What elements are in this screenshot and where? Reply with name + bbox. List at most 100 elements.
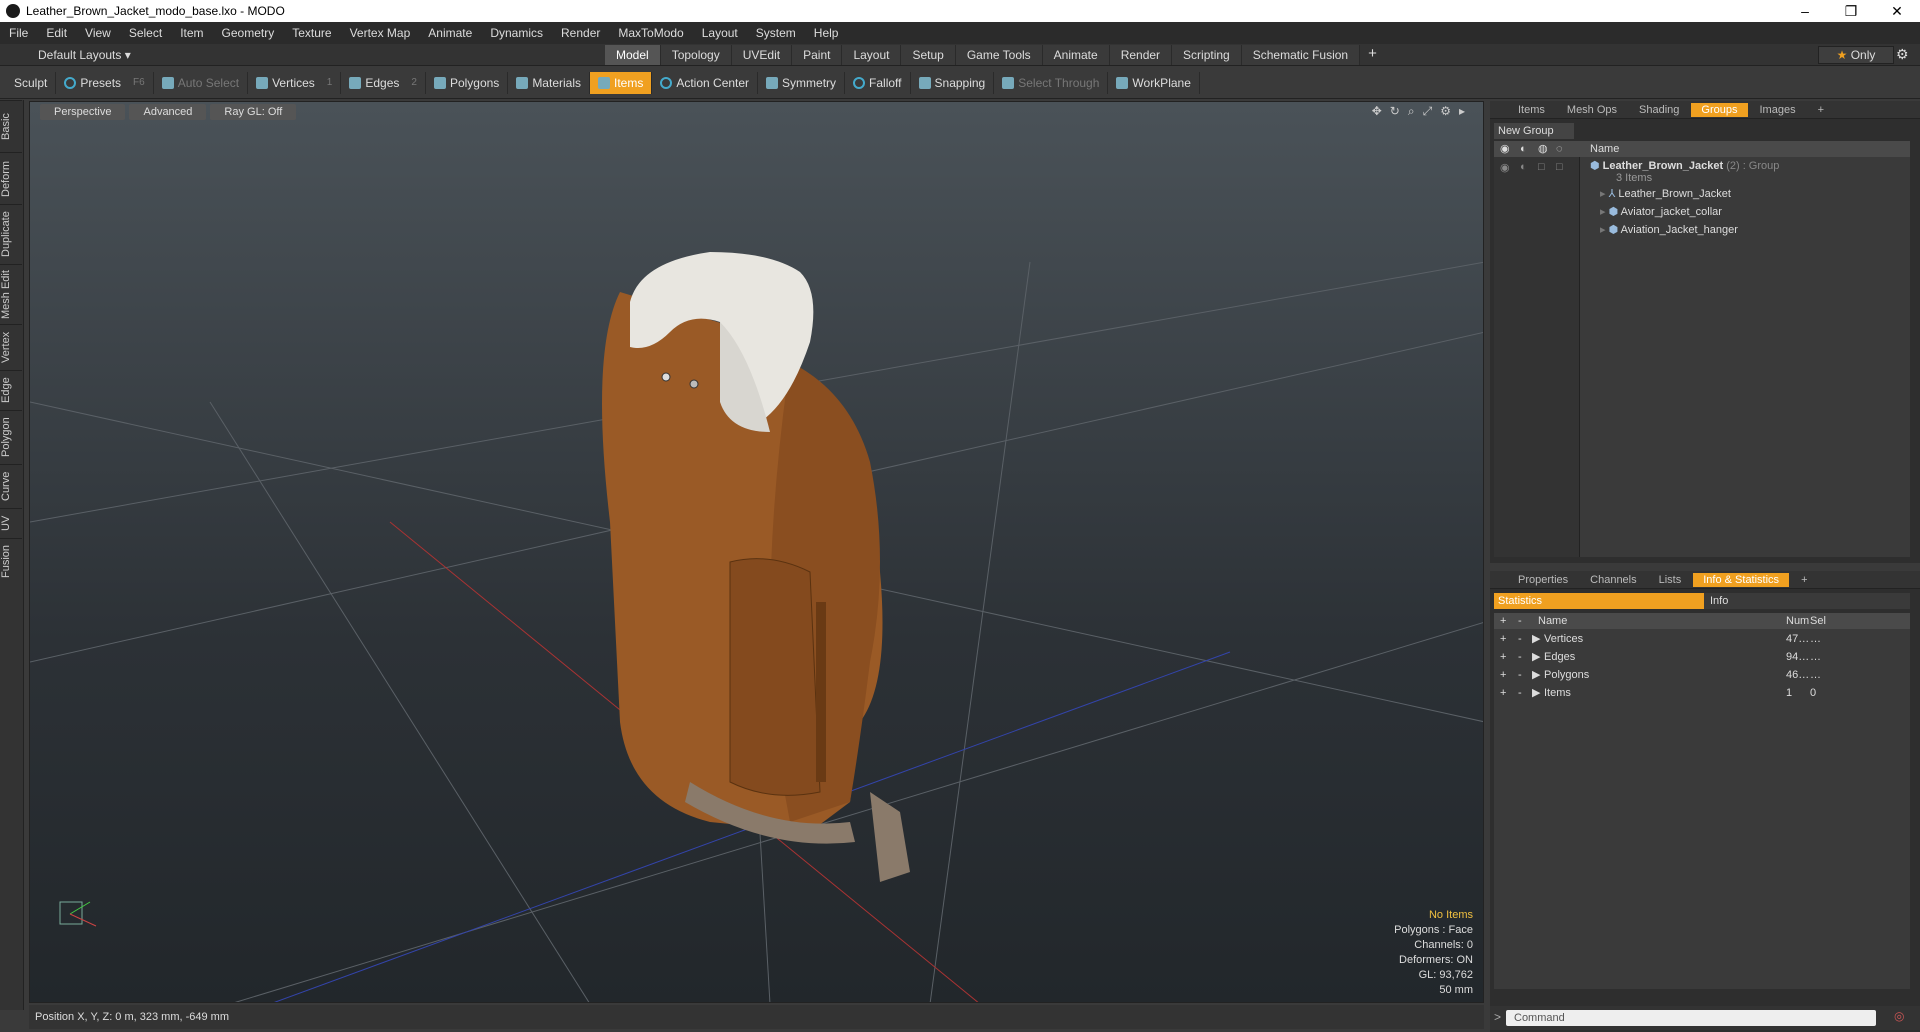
tab-duplicate[interactable]: Duplicate: [0, 204, 22, 264]
tab-setup[interactable]: Setup: [901, 44, 956, 65]
tab-groups[interactable]: Groups: [1691, 102, 1748, 117]
tab-schematic-fusion[interactable]: Schematic Fusion: [1241, 44, 1361, 65]
minimize-button[interactable]: –: [1782, 3, 1828, 20]
tab-scripting[interactable]: Scripting: [1172, 44, 1242, 65]
sculpt-button[interactable]: Sculpt: [6, 71, 57, 94]
raygl-button[interactable]: Ray GL: Off: [210, 104, 297, 120]
tab-basic[interactable]: Basic: [0, 100, 22, 152]
menu-help[interactable]: Help: [805, 26, 848, 40]
group-child-row[interactable]: ▸ ⬢ Aviator_jacket_collar: [1600, 205, 1722, 218]
tab-polygon[interactable]: Polygon: [0, 410, 22, 464]
expand-icon[interactable]: ▶: [1532, 631, 1540, 647]
view-mode-button[interactable]: Perspective: [40, 104, 126, 120]
menu-maxtomodo[interactable]: MaxToModo: [609, 26, 692, 40]
stats-row[interactable]: + - ▶ Items 1 0: [1494, 685, 1910, 701]
tab-animate[interactable]: Animate: [1042, 44, 1110, 65]
render-icon[interactable]: ◐: [1520, 141, 1527, 157]
tab-layout[interactable]: Layout: [842, 44, 902, 65]
tab-lists[interactable]: Lists: [1649, 573, 1692, 587]
items-button[interactable]: Items: [590, 71, 653, 94]
tab-topology[interactable]: Topology: [660, 44, 732, 65]
menu-item[interactable]: Item: [171, 26, 212, 40]
tab-mesh-edit[interactable]: Mesh Edit: [0, 264, 22, 324]
tab-channels[interactable]: Channels: [1580, 573, 1646, 587]
materials-button[interactable]: Materials: [508, 71, 590, 94]
remove-icon[interactable]: -: [1518, 649, 1522, 665]
add-all-icon[interactable]: +: [1500, 613, 1506, 629]
tab-render[interactable]: Render: [1109, 44, 1173, 65]
layouts-dropdown[interactable]: Default Layouts ▾: [0, 48, 600, 62]
menu-texture[interactable]: Texture: [283, 26, 340, 40]
add-icon[interactable]: +: [1500, 649, 1506, 665]
tree-expand-icon[interactable]: ▸: [1600, 224, 1606, 236]
workplane-button[interactable]: WorkPlane: [1108, 71, 1200, 94]
menu-animate[interactable]: Animate: [419, 26, 481, 40]
gear-icon[interactable]: ⚙: [1896, 46, 1909, 63]
group-child-row[interactable]: ▸ ⬢ Aviation_Jacket_hanger: [1600, 223, 1738, 236]
tree-expand-icon[interactable]: ▸: [1600, 206, 1606, 218]
tab-mesh-ops[interactable]: Mesh Ops: [1557, 103, 1627, 117]
tab-vertex[interactable]: Vertex: [0, 324, 22, 370]
3d-viewport[interactable]: Perspective Advanced Ray GL: Off ✥ ↻ ⌕ ⤢…: [29, 101, 1484, 1003]
expand-icon[interactable]: ▶: [1532, 667, 1540, 683]
new-group-button[interactable]: New Group: [1494, 123, 1574, 139]
tab-uvedit[interactable]: UVEdit: [731, 44, 793, 65]
remove-icon[interactable]: -: [1518, 685, 1522, 701]
stats-row[interactable]: + - ▶ Edges 94… …: [1494, 649, 1910, 665]
edges-button[interactable]: Edges 2: [341, 71, 426, 94]
group-select-icon[interactable]: □: [1556, 161, 1563, 173]
menu-system[interactable]: System: [747, 26, 805, 40]
tab-curve[interactable]: Curve: [0, 464, 22, 508]
settings-icon[interactable]: ⚙: [1440, 104, 1451, 119]
remove-icon[interactable]: -: [1518, 631, 1522, 647]
select-through-button[interactable]: Select Through: [994, 71, 1109, 94]
add-info-tab-button[interactable]: +: [1791, 573, 1817, 587]
menu-view[interactable]: View: [76, 26, 120, 40]
statistics-tab[interactable]: Statistics: [1494, 593, 1704, 609]
command-input[interactable]: Command: [1506, 1010, 1876, 1026]
select-icon[interactable]: ◌: [1556, 141, 1563, 157]
group-lock-icon[interactable]: □: [1538, 161, 1545, 173]
tab-properties[interactable]: Properties: [1508, 573, 1578, 587]
tab-info-statistics[interactable]: Info & Statistics: [1693, 572, 1790, 587]
add-tab-button[interactable]: +: [1360, 45, 1385, 65]
tab-shading[interactable]: Shading: [1629, 103, 1689, 117]
menu-edit[interactable]: Edit: [37, 26, 76, 40]
expand-arrow-icon[interactable]: ▸: [1459, 104, 1465, 119]
tab-edge[interactable]: Edge: [0, 370, 22, 410]
menu-file[interactable]: File: [0, 26, 37, 40]
tab-uv[interactable]: UV: [0, 508, 22, 538]
group-eye-icon[interactable]: ◉: [1500, 161, 1510, 174]
tab-deform[interactable]: Deform: [0, 152, 22, 204]
auto-select-button[interactable]: Auto Select: [154, 71, 249, 94]
add-icon[interactable]: +: [1500, 667, 1506, 683]
add-panel-tab-button[interactable]: +: [1808, 103, 1834, 117]
menu-layout[interactable]: Layout: [693, 26, 747, 40]
tab-images[interactable]: Images: [1750, 103, 1806, 117]
visibility-eye-icon[interactable]: ◉: [1500, 141, 1510, 157]
fit-icon[interactable]: ⤢: [1423, 104, 1433, 119]
maximize-button[interactable]: ❐: [1828, 3, 1874, 20]
snapping-button[interactable]: Snapping: [911, 71, 995, 94]
tab-paint[interactable]: Paint: [792, 44, 843, 65]
menu-geometry[interactable]: Geometry: [213, 26, 284, 40]
close-button[interactable]: ✕: [1874, 3, 1920, 20]
info-tab[interactable]: Info: [1704, 593, 1910, 609]
expand-icon[interactable]: ▶: [1532, 649, 1540, 665]
menu-render[interactable]: Render: [552, 26, 609, 40]
tab-model[interactable]: Model: [605, 44, 661, 65]
group-render-icon[interactable]: ◐: [1520, 161, 1527, 173]
tab-fusion[interactable]: Fusion: [0, 538, 22, 584]
shading-mode-button[interactable]: Advanced: [129, 104, 207, 120]
tab-game-tools[interactable]: Game Tools: [955, 44, 1043, 65]
add-icon[interactable]: +: [1500, 631, 1506, 647]
lock-icon[interactable]: ◍: [1538, 141, 1548, 157]
menu-select[interactable]: Select: [120, 26, 171, 40]
add-icon[interactable]: +: [1500, 685, 1506, 701]
record-icon[interactable]: ◎: [1894, 1009, 1904, 1023]
menu-dynamics[interactable]: Dynamics: [481, 26, 552, 40]
falloff-button[interactable]: Falloff: [845, 71, 911, 94]
remove-all-icon[interactable]: -: [1518, 613, 1522, 629]
action-center-button[interactable]: Action Center: [652, 71, 759, 94]
pan-icon[interactable]: ✥: [1372, 104, 1382, 119]
